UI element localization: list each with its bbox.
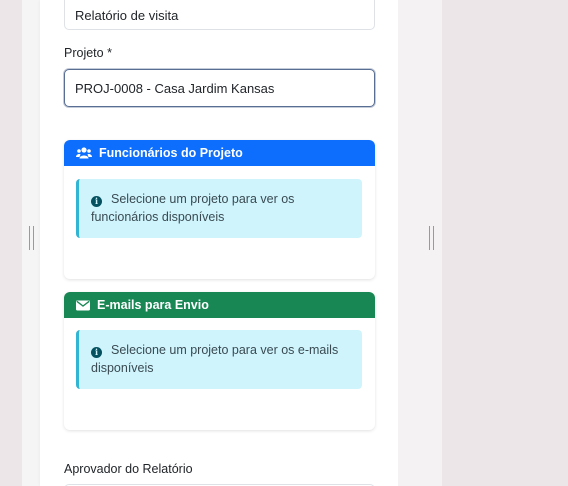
report-title-input[interactable]: Relatório de visita [64,0,375,30]
emails-card-title: E-mails para Envio [97,298,209,312]
project-select[interactable]: PROJ-0008 - Casa Jardim Kansas [64,69,375,107]
emails-card-header: E-mails para Envio [64,292,375,318]
emails-alert-text: Selecione um projeto para ver os e-mails… [91,343,339,375]
form-panel: Relatório de visita Projeto * PROJ-0008 … [40,0,398,486]
right-gutter [442,0,568,486]
employees-info-alert: i Selecione um projeto para ver os funcio… [76,179,362,238]
project-select-value: PROJ-0008 - Casa Jardim Kansas [75,80,275,96]
approver-label: Aprovador do Relatório [64,462,193,476]
employees-card: Funcionários do Projeto i Selecione um pr… [64,140,375,279]
envelope-icon [76,300,90,311]
project-label: Projeto * [64,46,112,60]
left-gutter [0,0,22,486]
employees-alert-text: Selecione um projeto para ver os funcion… [91,192,295,224]
right-resize-handle[interactable] [429,226,434,250]
users-icon [76,147,92,159]
employees-card-title: Funcionários do Projeto [99,146,243,160]
emails-info-alert: i Selecione um projeto para ver os e-mail… [76,330,362,389]
report-title-value: Relatório de visita [75,7,179,23]
left-resize-handle[interactable] [29,226,34,250]
info-icon: i [91,196,102,207]
right-pane-edge [398,0,442,486]
info-icon: i [91,347,102,358]
employees-card-header: Funcionários do Projeto [64,140,375,166]
emails-card: E-mails para Envio i Selecione um projeto… [64,292,375,430]
